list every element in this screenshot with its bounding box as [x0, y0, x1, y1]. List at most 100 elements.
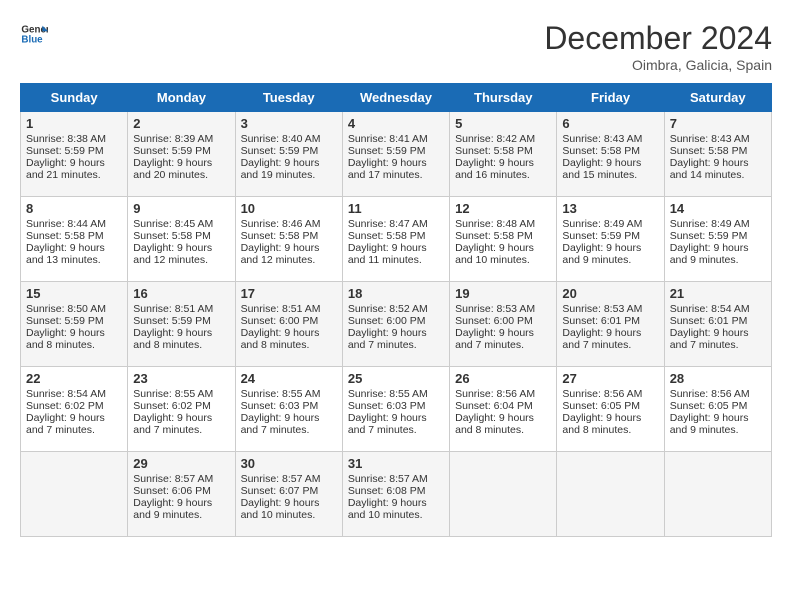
- calendar-cell: 14 Sunrise: 8:49 AMSunset: 5:59 PMDayligh…: [664, 197, 771, 282]
- daylight-label: Daylight: 9 hours and 8 minutes.: [133, 327, 212, 351]
- sunset-label: Sunset: 6:07 PM: [241, 485, 319, 497]
- calendar-cell: 17Sunrise: 8:51 AMSunset: 6:00 PMDayligh…: [235, 282, 342, 367]
- daylight-label: Daylight: 9 hours and 13 minutes.: [26, 242, 105, 266]
- calendar-cell: 8Sunrise: 8:44 AMSunset: 5:58 PMDaylight…: [21, 197, 128, 282]
- logo: General Blue: [20, 20, 48, 48]
- day-number: 23: [133, 371, 229, 386]
- calendar-cell: [557, 452, 664, 537]
- sunset-label: Sunset: 5:59 PM: [133, 315, 211, 327]
- calendar-cell: 21Sunrise: 8:54 AMSunset: 6:01 PMDayligh…: [664, 282, 771, 367]
- daylight-label: Daylight: 9 hours and 8 minutes.: [455, 412, 534, 436]
- day-number: 5: [455, 116, 551, 131]
- calendar-cell: 4Sunrise: 8:41 AMSunset: 5:59 PMDaylight…: [342, 112, 449, 197]
- day-number: 29: [133, 456, 229, 471]
- calendar-cell: 24Sunrise: 8:55 AMSunset: 6:03 PMDayligh…: [235, 367, 342, 452]
- sunset-label: Sunset: 5:59 PM: [670, 230, 748, 242]
- sunset-label: Sunset: 6:02 PM: [26, 400, 104, 412]
- calendar-cell: 11Sunrise: 8:47 AMSunset: 5:58 PMDayligh…: [342, 197, 449, 282]
- sunrise-label: Sunrise: 8:41 AM: [348, 133, 428, 145]
- calendar-cell: 18Sunrise: 8:52 AMSunset: 6:00 PMDayligh…: [342, 282, 449, 367]
- calendar-cell: 2Sunrise: 8:39 AMSunset: 5:59 PMDaylight…: [128, 112, 235, 197]
- calendar-cell: 27Sunrise: 8:56 AMSunset: 6:05 PMDayligh…: [557, 367, 664, 452]
- daylight-label: Daylight: 9 hours and 7 minutes.: [348, 412, 427, 436]
- calendar-row: 1Sunrise: 8:38 AMSunset: 5:59 PMDaylight…: [21, 112, 772, 197]
- calendar-cell: [21, 452, 128, 537]
- calendar-cell: 16Sunrise: 8:51 AMSunset: 5:59 PMDayligh…: [128, 282, 235, 367]
- sunrise-label: Sunrise: 8:57 AM: [348, 473, 428, 485]
- sunrise-label: Sunrise: 8:43 AM: [562, 133, 642, 145]
- sunset-label: Sunset: 6:08 PM: [348, 485, 426, 497]
- header-row: Sunday Monday Tuesday Wednesday Thursday…: [21, 84, 772, 112]
- day-number: 26: [455, 371, 551, 386]
- daylight-label: Daylight: 9 hours and 8 minutes.: [26, 327, 105, 351]
- day-number: 2: [133, 116, 229, 131]
- col-sunday: Sunday: [21, 84, 128, 112]
- sunrise-label: Sunrise: 8:56 AM: [455, 388, 535, 400]
- day-number: 14: [670, 201, 766, 216]
- sunrise-label: Sunrise: 8:42 AM: [455, 133, 535, 145]
- calendar-table: Sunday Monday Tuesday Wednesday Thursday…: [20, 83, 772, 537]
- sunrise-label: Sunrise: 8:54 AM: [26, 388, 106, 400]
- day-number: 3: [241, 116, 337, 131]
- daylight-label: Daylight: 9 hours and 12 minutes.: [241, 242, 320, 266]
- calendar-row: 15Sunrise: 8:50 AMSunset: 5:59 PMDayligh…: [21, 282, 772, 367]
- col-wednesday: Wednesday: [342, 84, 449, 112]
- sunrise-label: Sunrise: 8:56 AM: [670, 388, 750, 400]
- calendar-cell: 15Sunrise: 8:50 AMSunset: 5:59 PMDayligh…: [21, 282, 128, 367]
- day-number: 9: [133, 201, 229, 216]
- title-block: December 2024 Oimbra, Galicia, Spain: [544, 20, 772, 73]
- daylight-label: Daylight: 9 hours and 10 minutes.: [348, 497, 427, 521]
- daylight-label: Daylight: 9 hours and 9 minutes.: [670, 242, 749, 266]
- calendar-cell: [450, 452, 557, 537]
- sunset-label: Sunset: 5:59 PM: [133, 145, 211, 157]
- sunset-label: Sunset: 6:01 PM: [670, 315, 748, 327]
- sunrise-label: Sunrise: 8:49 AM: [670, 218, 750, 230]
- daylight-label: Daylight: 9 hours and 10 minutes.: [455, 242, 534, 266]
- sunset-label: Sunset: 6:03 PM: [241, 400, 319, 412]
- calendar-cell: 23Sunrise: 8:55 AMSunset: 6:02 PMDayligh…: [128, 367, 235, 452]
- day-number: 1: [26, 116, 122, 131]
- sunset-label: Sunset: 5:58 PM: [670, 145, 748, 157]
- sunrise-label: Sunrise: 8:43 AM: [670, 133, 750, 145]
- day-number: 4: [348, 116, 444, 131]
- sunrise-label: Sunrise: 8:54 AM: [670, 303, 750, 315]
- daylight-label: Daylight: 9 hours and 12 minutes.: [133, 242, 212, 266]
- calendar-cell: 10Sunrise: 8:46 AMSunset: 5:58 PMDayligh…: [235, 197, 342, 282]
- day-number: 15: [26, 286, 122, 301]
- calendar-cell: 28Sunrise: 8:56 AMSunset: 6:05 PMDayligh…: [664, 367, 771, 452]
- calendar-cell: 13Sunrise: 8:49 AMSunset: 5:59 PMDayligh…: [557, 197, 664, 282]
- day-number: 10: [241, 201, 337, 216]
- calendar-cell: 1Sunrise: 8:38 AMSunset: 5:59 PMDaylight…: [21, 112, 128, 197]
- day-number: 25: [348, 371, 444, 386]
- day-number: 24: [241, 371, 337, 386]
- sunrise-label: Sunrise: 8:51 AM: [241, 303, 321, 315]
- sunset-label: Sunset: 6:01 PM: [562, 315, 640, 327]
- col-thursday: Thursday: [450, 84, 557, 112]
- calendar-cell: 25Sunrise: 8:55 AMSunset: 6:03 PMDayligh…: [342, 367, 449, 452]
- daylight-label: Daylight: 9 hours and 14 minutes.: [670, 157, 749, 181]
- sunrise-label: Sunrise: 8:47 AM: [348, 218, 428, 230]
- day-number: 22: [26, 371, 122, 386]
- daylight-label: Daylight: 9 hours and 9 minutes.: [670, 412, 749, 436]
- sunset-label: Sunset: 5:58 PM: [133, 230, 211, 242]
- sunrise-label: Sunrise: 8:55 AM: [133, 388, 213, 400]
- sunset-label: Sunset: 6:00 PM: [455, 315, 533, 327]
- sunset-label: Sunset: 6:00 PM: [348, 315, 426, 327]
- col-saturday: Saturday: [664, 84, 771, 112]
- calendar-cell: 12Sunrise: 8:48 AMSunset: 5:58 PMDayligh…: [450, 197, 557, 282]
- sunset-label: Sunset: 5:58 PM: [562, 145, 640, 157]
- sunset-label: Sunset: 5:59 PM: [348, 145, 426, 157]
- sunset-label: Sunset: 5:59 PM: [26, 145, 104, 157]
- sunrise-label: Sunrise: 8:49 AM: [562, 218, 642, 230]
- logo-icon: General Blue: [20, 20, 48, 48]
- calendar-cell: 19Sunrise: 8:53 AMSunset: 6:00 PMDayligh…: [450, 282, 557, 367]
- sunrise-label: Sunrise: 8:48 AM: [455, 218, 535, 230]
- sunset-label: Sunset: 6:05 PM: [670, 400, 748, 412]
- calendar-cell: 31Sunrise: 8:57 AMSunset: 6:08 PMDayligh…: [342, 452, 449, 537]
- day-number: 27: [562, 371, 658, 386]
- daylight-label: Daylight: 9 hours and 9 minutes.: [133, 497, 212, 521]
- calendar-row: 22 Sunrise: 8:54 AMSunset: 6:02 PM Dayligh…: [21, 367, 772, 452]
- day-number: 18: [348, 286, 444, 301]
- calendar-cell: [664, 452, 771, 537]
- day-number: 20: [562, 286, 658, 301]
